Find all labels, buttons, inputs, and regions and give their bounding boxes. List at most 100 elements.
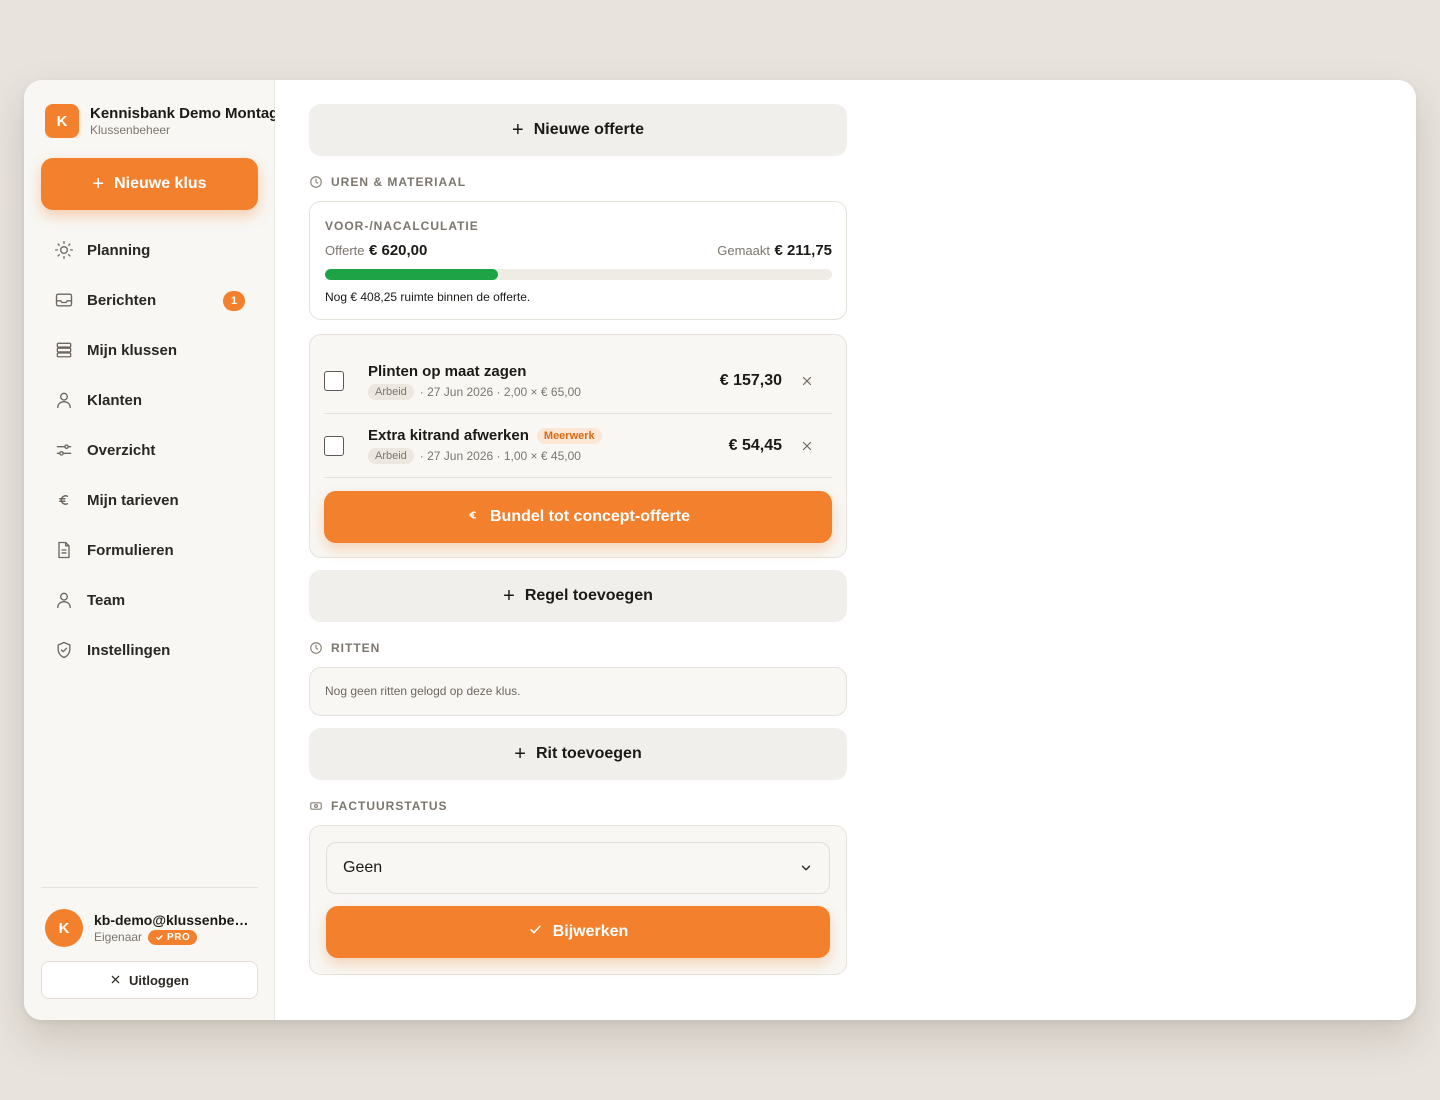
line-item-title: Plinten op maat zagen [368,362,527,380]
add-ride-label: Rit toevoegen [535,745,642,762]
brand-name: Kennisbank Demo Montage [90,105,275,122]
sidebar-item-label: Team [87,591,126,609]
brand-logo: K [45,104,79,138]
sidebar-item-berichten[interactable]: Berichten 1 [41,275,258,325]
invoice-status-select[interactable]: Geen [326,842,830,894]
main-content: + Nieuwe offerte UREN & MATERIAAL VOOR-/… [275,80,1416,1020]
rides-empty-text: Nog geen ritten gelogd op deze klus. [325,684,521,698]
made-value: € 211,75 [774,242,832,259]
sidebar-item-label: Berichten [87,291,157,309]
sidebar: K Kennisbank Demo Montage Klussenbeheer … [24,80,275,1020]
line-divider [324,477,832,478]
rides-section-title: RITTEN [309,641,380,655]
budget-progress-bar [325,269,832,280]
logout-button[interactable]: Uitloggen [41,961,258,999]
line-item-checkbox[interactable] [324,435,344,456]
sidebar-nav: Planning Berichten 1 Mijn klussen Klante… [41,225,258,675]
sidebar-item-mijn-klussen[interactable]: Mijn klussen [41,325,258,375]
document-icon [53,539,75,561]
budget-remaining-note: Nog € 408,25 ruimte binnen de offerte. [325,290,531,304]
shield-icon [53,639,75,661]
sidebar-item-team[interactable]: Team [41,575,258,625]
sidebar-item-label: Formulieren [87,541,174,559]
offer-label: Offerte [325,243,365,258]
person-icon [53,389,75,411]
user-email: kb-demo@klussenbeheer.nl [94,911,254,928]
chevron-down-icon [801,865,811,871]
sidebar-item-formulieren[interactable]: Formulieren [41,525,258,575]
sidebar-item-label: Mijn tarieven [87,491,179,509]
sidebar-item-mijn-tarieven[interactable]: Mijn tarieven [41,475,258,525]
line-item-checkbox[interactable] [324,371,344,391]
line-item-amount: € 157,30 [719,372,782,389]
sidebar-item-label: Overzicht [87,441,156,459]
line-item-tag: Arbeid [368,448,414,464]
close-icon [802,376,812,386]
bundle-quote-label: Bundel tot concept-offerte [490,508,690,525]
update-invoice-button[interactable]: Bijwerken [326,906,830,958]
euro-icon [466,508,480,527]
meerwerk-badge: Meerwerk [536,427,602,444]
sidebar-item-label: Mijn klussen [87,341,178,359]
offer-value: € 620,00 [368,242,428,259]
logout-label: Uitloggen [129,972,189,988]
person-icon [53,589,75,611]
sidebar-item-klanten[interactable]: Klanten [41,375,258,425]
invoice-status-card: Geen Bijwerken [309,825,847,975]
line-item: Extra kitrand afwerken Meerwerk Arbeid ·… [324,413,832,477]
sidebar-item-overzicht[interactable]: Overzicht [41,425,258,475]
new-job-button[interactable]: + Nieuwe klus [41,158,258,210]
remove-line-button[interactable] [782,440,832,452]
sun-icon [53,239,75,261]
user-profile[interactable]: K kb-demo@klussenbeheer.nl Eigenaar PRO [45,909,260,947]
brand: K Kennisbank Demo Montage Klussenbeheer [45,104,275,138]
close-icon [110,973,121,988]
plus-icon: + [512,119,524,141]
close-icon [802,441,812,450]
rides-empty-card: Nog geen ritten gelogd op deze klus. [309,667,847,716]
inbox-icon [53,289,75,311]
stack-icon [53,339,75,361]
calculation-card: VOOR-/NACALCULATIE Offerte € 620,00 Gema… [309,201,847,320]
new-quote-label: Nieuwe offerte [533,121,644,138]
clock-icon [310,642,322,654]
remove-line-button[interactable] [782,375,832,387]
line-item-meta: · 27 Jun 2026 · 2,00 × € 65,00 [419,384,581,399]
plus-icon: + [503,585,515,607]
invoice-status-value: Geen [343,859,383,876]
calculation-title: VOOR-/NACALCULATIE [325,219,479,233]
plus-icon: + [92,173,105,195]
user-role: Eigenaar [94,930,143,944]
sidebar-item-planning[interactable]: Planning [41,225,258,275]
bundle-quote-button[interactable]: Bundel tot concept-offerte [324,491,832,543]
line-item-amount: € 54,45 [728,436,782,454]
sliders-icon [53,439,75,461]
unread-badge: 1 [223,291,245,311]
line-item-title: Extra kitrand afwerken [368,427,529,444]
new-quote-button[interactable]: + Nieuwe offerte [309,104,847,156]
add-ride-button[interactable]: + Rit toevoegen [309,728,847,780]
sidebar-item-label: Klanten [87,391,143,409]
line-items-card: Plinten op maat zagen Arbeid · 27 Jun 20… [309,334,847,558]
made-label: Gemaakt [717,243,770,258]
clock-icon [310,176,322,188]
check-icon [156,934,163,940]
pro-badge-label: PRO [167,931,191,943]
add-line-button[interactable]: + Regel toevoegen [309,570,847,622]
plus-icon: + [514,743,526,765]
sidebar-item-label: Planning [87,241,151,259]
sidebar-item-instellingen[interactable]: Instellingen [41,625,258,675]
add-line-label: Regel toevoegen [524,587,653,604]
line-item: Plinten op maat zagen Arbeid · 27 Jun 20… [324,349,832,413]
invoice-section-title: FACTUURSTATUS [309,799,448,813]
hours-section-title: UREN & MATERIAAL [309,175,466,189]
banknote-icon [310,802,322,810]
pro-badge: PRO [148,929,198,945]
new-job-label: Nieuwe klus [114,175,207,192]
avatar: K [45,909,83,947]
sidebar-item-label: Instellingen [87,641,171,659]
euro-icon [53,489,75,511]
update-invoice-label: Bijwerken [552,923,629,940]
app-window: K Kennisbank Demo Montage Klussenbeheer … [24,80,1416,1020]
line-item-meta: · 27 Jun 2026 · 1,00 × € 45,00 [419,449,581,463]
